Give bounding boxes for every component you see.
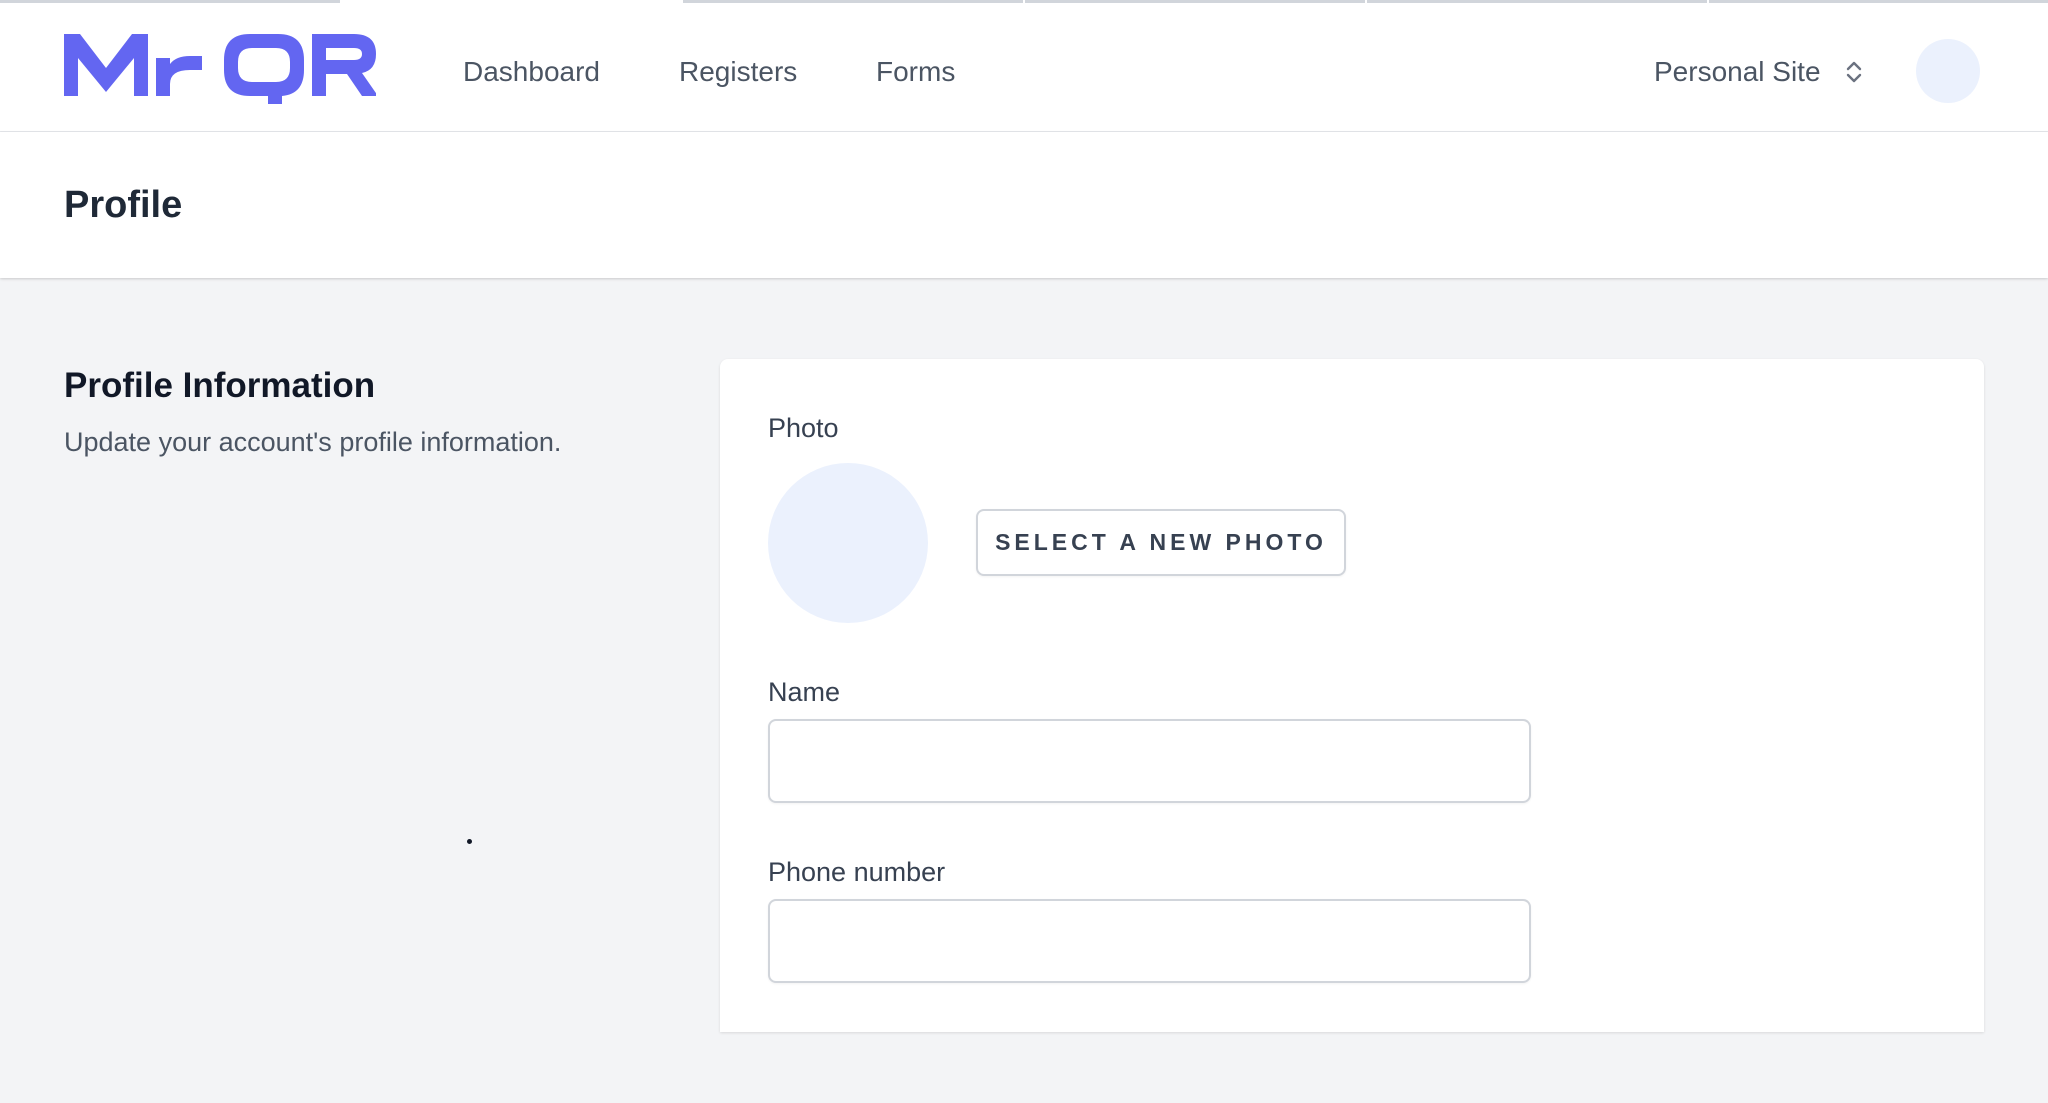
site-switcher-label: Personal Site — [1654, 56, 1821, 87]
section-title: Profile Information — [64, 366, 376, 405]
phone-number-label: Phone number — [768, 857, 946, 887]
section-description: Update your account's profile informatio… — [64, 427, 562, 457]
site-switcher[interactable]: Personal Site — [1654, 52, 1865, 92]
mrqr-logo-icon — [64, 34, 376, 104]
profile-photo — [768, 463, 928, 623]
name-field[interactable] — [768, 719, 1531, 803]
tab-divider — [1367, 0, 1707, 3]
phone-number-field[interactable] — [768, 899, 1531, 983]
nav-link-registers[interactable]: Registers — [679, 54, 797, 90]
page-header: Profile — [0, 132, 2048, 278]
cursor-dot — [467, 839, 472, 844]
select-new-photo-button[interactable]: SELECT A NEW PHOTO — [976, 509, 1346, 576]
tab-divider — [0, 0, 340, 3]
user-avatar[interactable] — [1916, 39, 1980, 103]
name-label: Name — [768, 677, 841, 707]
nav-link-forms[interactable]: Forms — [876, 54, 955, 90]
top-navigation: Dashboard Registers Forms Personal Site — [0, 4, 2048, 132]
nav-link-dashboard[interactable]: Dashboard — [463, 54, 600, 90]
brand-logo[interactable] — [64, 30, 376, 108]
profile-form-card: Photo SELECT A NEW PHOTO Name Phone numb… — [720, 359, 1984, 1032]
page-title: Profile — [64, 184, 183, 226]
tab-divider — [1709, 0, 2048, 3]
photo-label: Photo — [768, 413, 839, 443]
chevron-up-down-icon — [1846, 61, 1861, 83]
tab-divider — [1025, 0, 1365, 3]
tab-divider — [683, 0, 1023, 3]
